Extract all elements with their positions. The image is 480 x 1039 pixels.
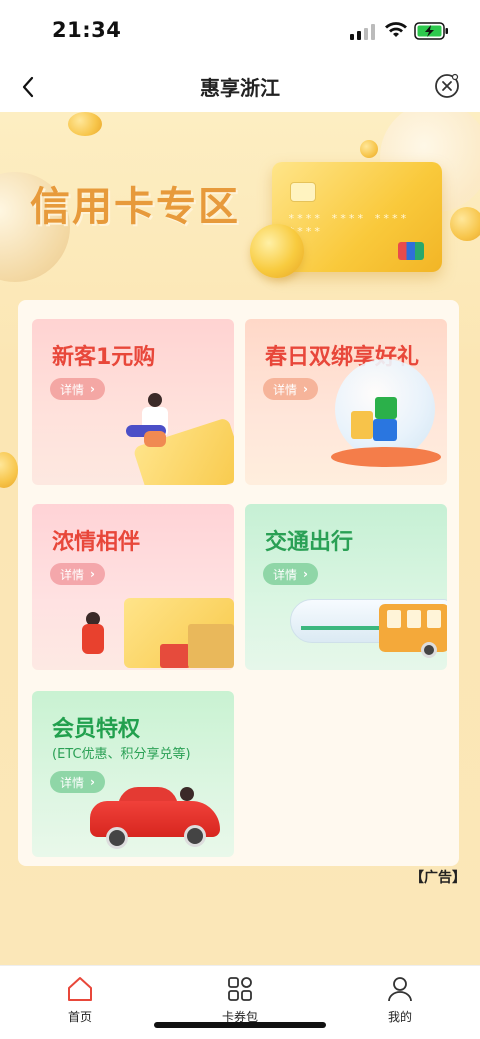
- page-title: 惠享浙江: [200, 76, 280, 100]
- tile-subtitle: (ETC优惠、积分享兑等): [52, 747, 191, 762]
- tile-spring-binding[interactable]: 春日双绑享好礼 详情 ›: [245, 319, 447, 485]
- coin-decor: [360, 140, 378, 158]
- wheel-icon: [421, 642, 437, 658]
- tile-companion[interactable]: 浓情相伴 详情 ›: [32, 504, 234, 670]
- detail-button-label: 详情: [60, 382, 85, 397]
- content-area: 信用卡专区 **** **** **** **** 新客1元购 详情 › 春日双…: [0, 112, 480, 965]
- alipay-icon: [373, 419, 397, 441]
- detail-button-label: 详情: [60, 567, 85, 582]
- coin-decor: [250, 224, 304, 278]
- tab-home[interactable]: 首页: [40, 974, 120, 1025]
- detail-button-label: 详情: [60, 775, 85, 790]
- tile-title: 浓情相伴: [52, 530, 141, 555]
- bus-window: [427, 610, 441, 628]
- tile-title: 交通出行: [265, 530, 354, 555]
- gift-stand-illustration: [331, 447, 441, 467]
- card-chip-icon: [290, 182, 316, 202]
- wheel-icon: [184, 825, 206, 847]
- tile-member-privilege[interactable]: 会员特权 (ETC优惠、积分享兑等) 详情 ›: [32, 691, 234, 857]
- driver-illustration: [180, 787, 194, 801]
- detail-button[interactable]: 详情 ›: [50, 563, 105, 585]
- tile-title: 会员特权: [52, 717, 141, 742]
- detail-button-label: 详情: [273, 567, 298, 582]
- tab-label: 我的: [387, 1010, 412, 1024]
- user-icon: [388, 977, 412, 1002]
- tile-new-customer[interactable]: 新客1元购 详情 ›: [32, 319, 234, 485]
- chevron-right-icon: ›: [90, 382, 95, 396]
- detail-button-label: 详情: [273, 382, 298, 397]
- coin-decor: [68, 112, 102, 136]
- signal-icon: [350, 24, 375, 40]
- bus-window: [387, 610, 401, 628]
- wechat-pay-icon: [375, 397, 397, 419]
- gift-box-illustration: [160, 644, 190, 668]
- bus-window: [407, 610, 421, 628]
- coin-decor: [0, 452, 18, 488]
- bus-illustration: [379, 604, 447, 658]
- chevron-right-icon: ›: [90, 567, 95, 581]
- detail-button[interactable]: 详情 ›: [50, 771, 105, 793]
- battery-charging-icon: [414, 22, 448, 40]
- card-mini-icon: [351, 411, 373, 439]
- chevron-right-icon: ›: [90, 775, 95, 789]
- wifi-icon: [385, 22, 407, 37]
- nav-bar: 惠享浙江: [0, 62, 480, 112]
- ad-label: 【广告】: [410, 870, 466, 886]
- gift-box-illustration: [188, 624, 234, 668]
- offer-panel: 新客1元购 详情 › 春日双绑享好礼 详情 › 浓情相伴 详情 › 交通出行 详…: [18, 300, 459, 866]
- tile-title: 新客1元购: [52, 345, 156, 370]
- wheel-icon: [106, 827, 128, 849]
- banner-title: 信用卡专区: [30, 184, 240, 230]
- status-time: 21:34: [52, 18, 122, 42]
- seat-illustration: [144, 431, 166, 447]
- chevron-right-icon: ›: [303, 567, 308, 581]
- card-number: **** **** **** ****: [288, 212, 409, 238]
- home-indicator: [154, 1022, 326, 1028]
- person-illustration: [148, 393, 162, 407]
- grid-icon: [228, 977, 252, 1001]
- tab-label: 首页: [67, 1010, 92, 1024]
- detail-button[interactable]: 详情 ›: [263, 378, 318, 400]
- home-icon: [68, 977, 92, 1001]
- detail-button[interactable]: 详情 ›: [263, 563, 318, 585]
- coin-decor: [450, 207, 480, 241]
- tile-transport[interactable]: 交通出行 详情 ›: [245, 504, 447, 670]
- status-bar: 21:34: [0, 0, 480, 62]
- chevron-right-icon: ›: [303, 382, 308, 396]
- tab-mine[interactable]: 我的: [360, 974, 440, 1025]
- detail-button[interactable]: 详情 ›: [50, 378, 105, 400]
- tab-coupons[interactable]: 卡券包: [200, 974, 280, 1025]
- close-circle-icon[interactable]: [433, 72, 461, 100]
- unionpay-logo-icon: [398, 242, 424, 260]
- person-body-illustration: [82, 624, 104, 654]
